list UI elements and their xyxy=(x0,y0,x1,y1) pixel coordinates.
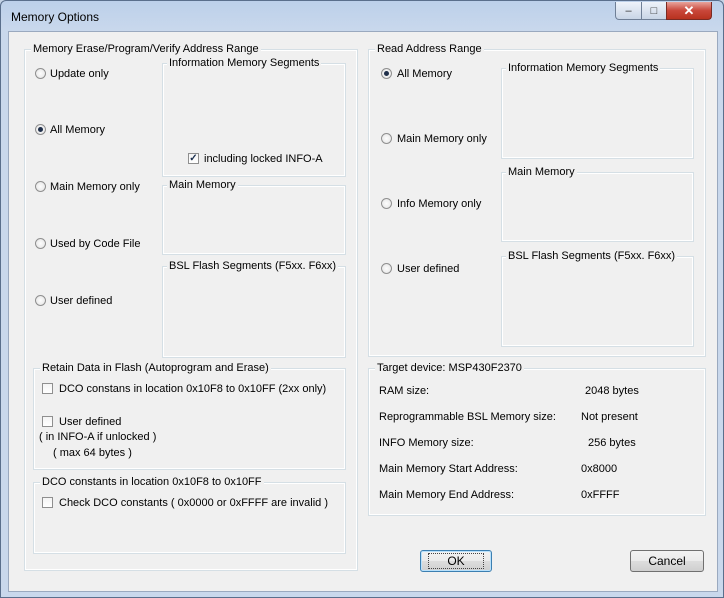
maximize-button[interactable]: □ xyxy=(641,2,667,20)
main-end-address-value: 0xFFFF xyxy=(581,489,620,501)
main-start-address-value: 0x8000 xyxy=(581,463,618,475)
memory-options-window: Memory Options – □ ✕ Memory Erase/Progra… xyxy=(0,0,724,598)
check-dco-checkbox[interactable] xyxy=(42,497,53,508)
erase-bsl-group: BSL Flash Segments (F5xx. F6xx) xyxy=(162,260,346,358)
title-bar[interactable]: Memory Options – □ ✕ xyxy=(1,1,723,31)
retain-user-defined-checkbox[interactable] xyxy=(42,416,53,427)
erase-user-defined-label: User defined xyxy=(50,295,113,307)
read-all-memory-radio[interactable] xyxy=(381,68,392,79)
erase-update-only-label: Update only xyxy=(50,68,109,80)
read-info-segments-title: Information Memory Segments xyxy=(506,62,661,75)
ram-size-label: RAM size: xyxy=(379,385,430,397)
erase-main-memory-title: Main Memory xyxy=(167,179,238,192)
close-button[interactable]: ✕ xyxy=(666,2,712,20)
target-device-title: Target device: MSP430F2370 xyxy=(375,362,524,375)
erase-update-only-radio[interactable] xyxy=(35,68,46,79)
maximize-icon: □ xyxy=(650,4,658,17)
retain-note-info-a: ( in INFO-A if unlocked ) xyxy=(39,431,157,443)
close-icon: ✕ xyxy=(683,2,695,18)
read-all-memory-label: All Memory xyxy=(397,68,453,80)
erase-main-memory-label: Main Memory only xyxy=(50,181,140,193)
retain-dco-label: DCO constans in location 0x10F8 to 0x10F… xyxy=(59,383,327,395)
retain-data-title: Retain Data in Flash (Autoprogram and Er… xyxy=(40,362,271,375)
info-memory-size-label: INFO Memory size: xyxy=(379,437,474,449)
dialog-client-area: Memory Erase/Program/Verify Address Rang… xyxy=(8,31,718,592)
erase-code-file-label: Used by Code File xyxy=(50,238,141,250)
dco-constants-title: DCO constants in location 0x10F8 to 0x10… xyxy=(40,476,264,489)
minimize-button[interactable]: – xyxy=(615,2,642,20)
dco-constants-group: DCO constants in location 0x10F8 to 0x10… xyxy=(33,476,346,554)
erase-main-memory-group: Main Memory xyxy=(162,179,346,255)
read-main-memory-group: Main Memory xyxy=(501,166,694,242)
erase-user-defined-radio[interactable] xyxy=(35,295,46,306)
erase-range-title: Memory Erase/Program/Verify Address Rang… xyxy=(31,43,261,56)
check-dco-label: Check DCO constants ( 0x0000 or 0xFFFF a… xyxy=(59,497,328,509)
window-title: Memory Options xyxy=(11,10,100,24)
read-user-defined-radio[interactable] xyxy=(381,263,392,274)
read-main-memory-radio[interactable] xyxy=(381,133,392,144)
retain-user-defined-label: User defined xyxy=(59,416,122,428)
main-end-address-label: Main Memory End Address: xyxy=(379,489,515,501)
read-bsl-group: BSL Flash Segments (F5xx. F6xx) xyxy=(501,250,694,347)
info-memory-size-value: 256 bytes xyxy=(588,437,636,449)
read-bsl-title: BSL Flash Segments (F5xx. F6xx) xyxy=(506,250,678,263)
read-range-title: Read Address Range xyxy=(375,43,484,56)
main-start-address-label: Main Memory Start Address: xyxy=(379,463,518,475)
ok-button[interactable]: OK xyxy=(420,550,492,572)
erase-info-segments-title: Information Memory Segments xyxy=(167,57,322,70)
read-user-defined-label: User defined xyxy=(397,263,460,275)
erase-all-memory-radio[interactable] xyxy=(35,124,46,135)
erase-bsl-title: BSL Flash Segments (F5xx. F6xx) xyxy=(167,260,339,273)
read-info-memory-label: Info Memory only xyxy=(397,198,482,210)
locked-info-a-checkbox[interactable]: ✓ xyxy=(188,153,199,164)
erase-main-memory-radio[interactable] xyxy=(35,181,46,192)
ram-size-value: 2048 bytes xyxy=(585,385,639,397)
read-main-memory-label: Main Memory only xyxy=(397,133,487,145)
cancel-button[interactable]: Cancel xyxy=(630,550,704,572)
erase-all-memory-label: All Memory xyxy=(50,124,106,136)
read-info-memory-radio[interactable] xyxy=(381,198,392,209)
bsl-memory-size-value: Not present xyxy=(581,411,638,423)
minimize-icon: – xyxy=(625,4,632,17)
ok-button-label: OK xyxy=(428,553,484,569)
read-main-memory-title: Main Memory xyxy=(506,166,577,179)
bsl-memory-size-label: Reprogrammable BSL Memory size: xyxy=(379,411,556,423)
erase-code-file-radio[interactable] xyxy=(35,238,46,249)
retain-dco-checkbox[interactable] xyxy=(42,383,53,394)
retain-note-max-bytes: ( max 64 bytes ) xyxy=(53,447,132,459)
read-info-segments-group: Information Memory Segments xyxy=(501,62,694,159)
locked-info-a-label: including locked INFO-A xyxy=(204,153,323,165)
